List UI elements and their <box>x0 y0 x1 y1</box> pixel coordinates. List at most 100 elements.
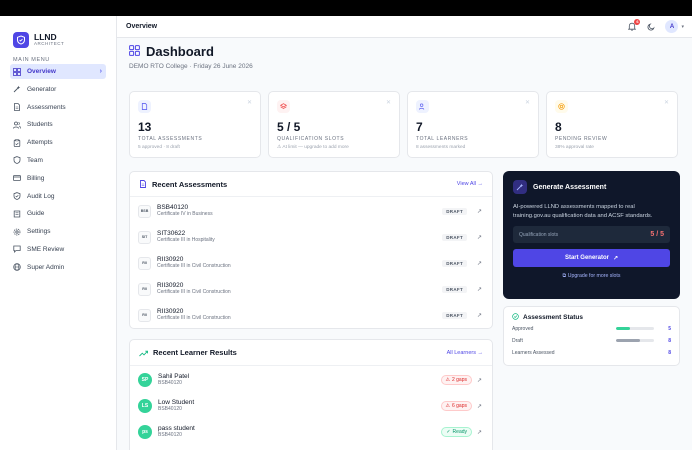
sidebar-item-team[interactable]: Team <box>10 153 106 168</box>
stat-note: ⚠ At limit — upgrade to add more <box>277 145 349 150</box>
close-icon[interactable]: ✕ <box>247 99 252 106</box>
sidebar-item-guide[interactable]: Guide <box>10 206 106 221</box>
assessment-row[interactable]: BSB BSB40120 Certificate IV in Business D… <box>130 198 492 224</box>
stat-note: 38% approval rate <box>555 145 594 150</box>
stat-label: TOTAL ASSESSMENTS <box>138 136 203 142</box>
ready-badge: ✓ Ready <box>441 427 472 437</box>
status-badge: DRAFT <box>442 259 467 267</box>
qualification-slots-row: Qualification slots 5 / 5 <box>513 226 670 244</box>
status-badge: DRAFT <box>442 233 467 241</box>
stat-note: 8 assessments marked <box>416 145 466 150</box>
main-menu-label: MAIN MENU <box>13 57 50 63</box>
sidebar-item-settings[interactable]: Settings <box>10 224 106 239</box>
brand-subtitle: ARCHITECT <box>34 41 65 46</box>
card-title: Recent Learner Results <box>153 348 237 357</box>
external-link-icon[interactable]: ↗ <box>477 260 482 267</box>
learner-row[interactable]: ps pass student BSB40120 ✓ Ready ↗ <box>130 419 492 445</box>
theme-toggle-button[interactable] <box>646 22 656 32</box>
learner-row[interactable]: SP Sahil Patel BSB40120 ⚠ 2 gaps ↗ <box>130 367 492 393</box>
progress-bar <box>616 327 654 330</box>
external-link-icon[interactable]: ↗ <box>477 286 482 293</box>
close-icon[interactable]: ✕ <box>525 99 530 106</box>
gaps-badge: ⚠ 2 gaps <box>440 375 472 385</box>
notifications-button[interactable]: 6 <box>627 18 641 32</box>
sidebar-item-audit-log[interactable]: Audit Log <box>10 189 106 204</box>
trending-up-icon <box>139 344 148 362</box>
sidebar-item-generator[interactable]: Generator <box>10 82 106 97</box>
sidebar-item-assessments[interactable]: Assessments <box>10 100 106 115</box>
external-link-icon[interactable]: ↗ <box>477 429 482 436</box>
status-row-approved: Approved 5 <box>512 323 671 334</box>
sidebar-item-super-admin[interactable]: Super Admin <box>10 260 106 275</box>
sidebar-item-label: Team <box>27 156 43 164</box>
status-value: 8 <box>668 337 671 344</box>
sidebar-nav: Overview › Generator Assessments Student… <box>0 64 116 275</box>
slots-label: Qualification slots <box>519 231 559 238</box>
sidebar-item-label: Overview <box>27 68 56 75</box>
assessment-row[interactable]: RII RII30920 Certificate III in Civil Con… <box>130 276 492 302</box>
shield-logo-icon <box>13 31 29 48</box>
credit-card-icon <box>13 174 21 182</box>
stat-label: TOTAL LEARNERS <box>416 136 469 142</box>
stat-note: 5 approved · 8 draft <box>138 145 180 150</box>
qualification-name: Certificate IV in Business <box>157 210 213 217</box>
brand[interactable]: LLND ARCHITECT <box>0 16 116 54</box>
assessment-row[interactable]: SIT SIT30622 Certificate III in Hospitali… <box>130 224 492 250</box>
shield-icon <box>13 156 21 165</box>
upgrade-slots-link[interactable]: ⧉ Upgrade for more slots <box>513 273 670 280</box>
chevron-down-icon[interactable]: ▾ <box>681 24 684 30</box>
external-link-icon[interactable]: ↗ <box>477 208 482 215</box>
external-link-icon[interactable]: ↗ <box>477 312 482 319</box>
avatar: LS <box>138 399 152 413</box>
generate-description: AI-powered LLND assessments mapped to re… <box>513 204 653 219</box>
sidebar-item-billing[interactable]: Billing <box>10 171 106 186</box>
check-circle-icon: ✓ <box>446 429 451 435</box>
qualification-name: Certificate III in Hospitality <box>157 236 215 243</box>
layers-icon <box>277 100 290 113</box>
wand-icon <box>13 85 21 93</box>
status-value: 5 <box>668 325 671 332</box>
sidebar-item-sme-review[interactable]: SME Review <box>10 242 106 257</box>
user-avatar[interactable]: A <box>665 20 679 33</box>
learner-results-card: Recent Learner Results All Learners → SP… <box>129 339 493 450</box>
sidebar-item-label: Students <box>27 121 53 129</box>
close-icon[interactable]: ✕ <box>664 99 669 106</box>
sidebar-item-attempts[interactable]: Attempts <box>10 135 106 150</box>
document-icon <box>138 100 151 113</box>
start-generator-button[interactable]: Start Generator ↗ <box>513 249 670 268</box>
external-link-icon[interactable]: ↗ <box>477 403 482 410</box>
shield-check-icon <box>13 192 21 200</box>
stat-card-total-assessments[interactable]: ✕ 13 TOTAL ASSESSMENTS 5 approved · 8 dr… <box>129 91 261 158</box>
external-link-icon[interactable]: ↗ <box>477 377 482 384</box>
status-row-learners-assessed: Learners Assessed 8 <box>512 347 671 358</box>
stat-card-total-learners[interactable]: ✕ 7 TOTAL LEARNERS 8 assessments marked <box>407 91 539 158</box>
learner-qualification: BSB40120 <box>158 431 182 438</box>
all-learners-link[interactable]: All Learners → <box>447 350 483 356</box>
avatar: ps <box>138 425 152 439</box>
sidebar-item-overview[interactable]: Overview › <box>10 64 106 79</box>
stats-row: ✕ 13 TOTAL ASSESSMENTS 5 approved · 8 dr… <box>129 91 678 158</box>
arrow-right-icon: → <box>477 349 484 356</box>
generate-title: Generate Assessment <box>533 183 607 191</box>
globe-icon <box>13 263 21 271</box>
learner-row[interactable]: LS Low Student BSB40120 ⚠ 6 gaps ↗ <box>130 393 492 419</box>
sidebar-item-label: Attempts <box>27 139 53 147</box>
app-window: LLND ARCHITECT MAIN MENU Overview › Gene… <box>0 16 692 450</box>
page-title-text: Dashboard <box>146 44 214 59</box>
stat-card-qualification-slots[interactable]: ✕ 5 / 5 QUALIFICATION SLOTS ⚠ At limit —… <box>268 91 400 158</box>
learner-qualification: BSB40120 <box>158 405 182 412</box>
slots-value: 5 / 5 <box>650 231 664 239</box>
external-link-icon[interactable]: ↗ <box>477 234 482 241</box>
assessment-row[interactable]: RII RII30920 Certificate III in Civil Con… <box>130 250 492 276</box>
gaps-badge: ⚠ 6 gaps <box>440 401 472 411</box>
window-top-bar <box>0 0 692 16</box>
close-icon[interactable]: ✕ <box>386 99 391 106</box>
status-label: Learners Assessed <box>512 349 555 356</box>
assessment-row[interactable]: RII RII30920 Certificate III in Civil Con… <box>130 302 492 328</box>
sidebar-item-label: Audit Log <box>27 192 55 200</box>
stat-card-pending-review[interactable]: ✕ 8 PENDING REVIEW 38% approval rate <box>546 91 678 158</box>
assessment-status-card: Assessment Status Approved 5 Draft 8 Lea… <box>503 306 680 366</box>
generate-assessment-card: Generate Assessment AI-powered LLND asse… <box>503 171 680 299</box>
view-all-link[interactable]: View All → <box>457 181 483 187</box>
sidebar-item-students[interactable]: Students <box>10 117 106 132</box>
